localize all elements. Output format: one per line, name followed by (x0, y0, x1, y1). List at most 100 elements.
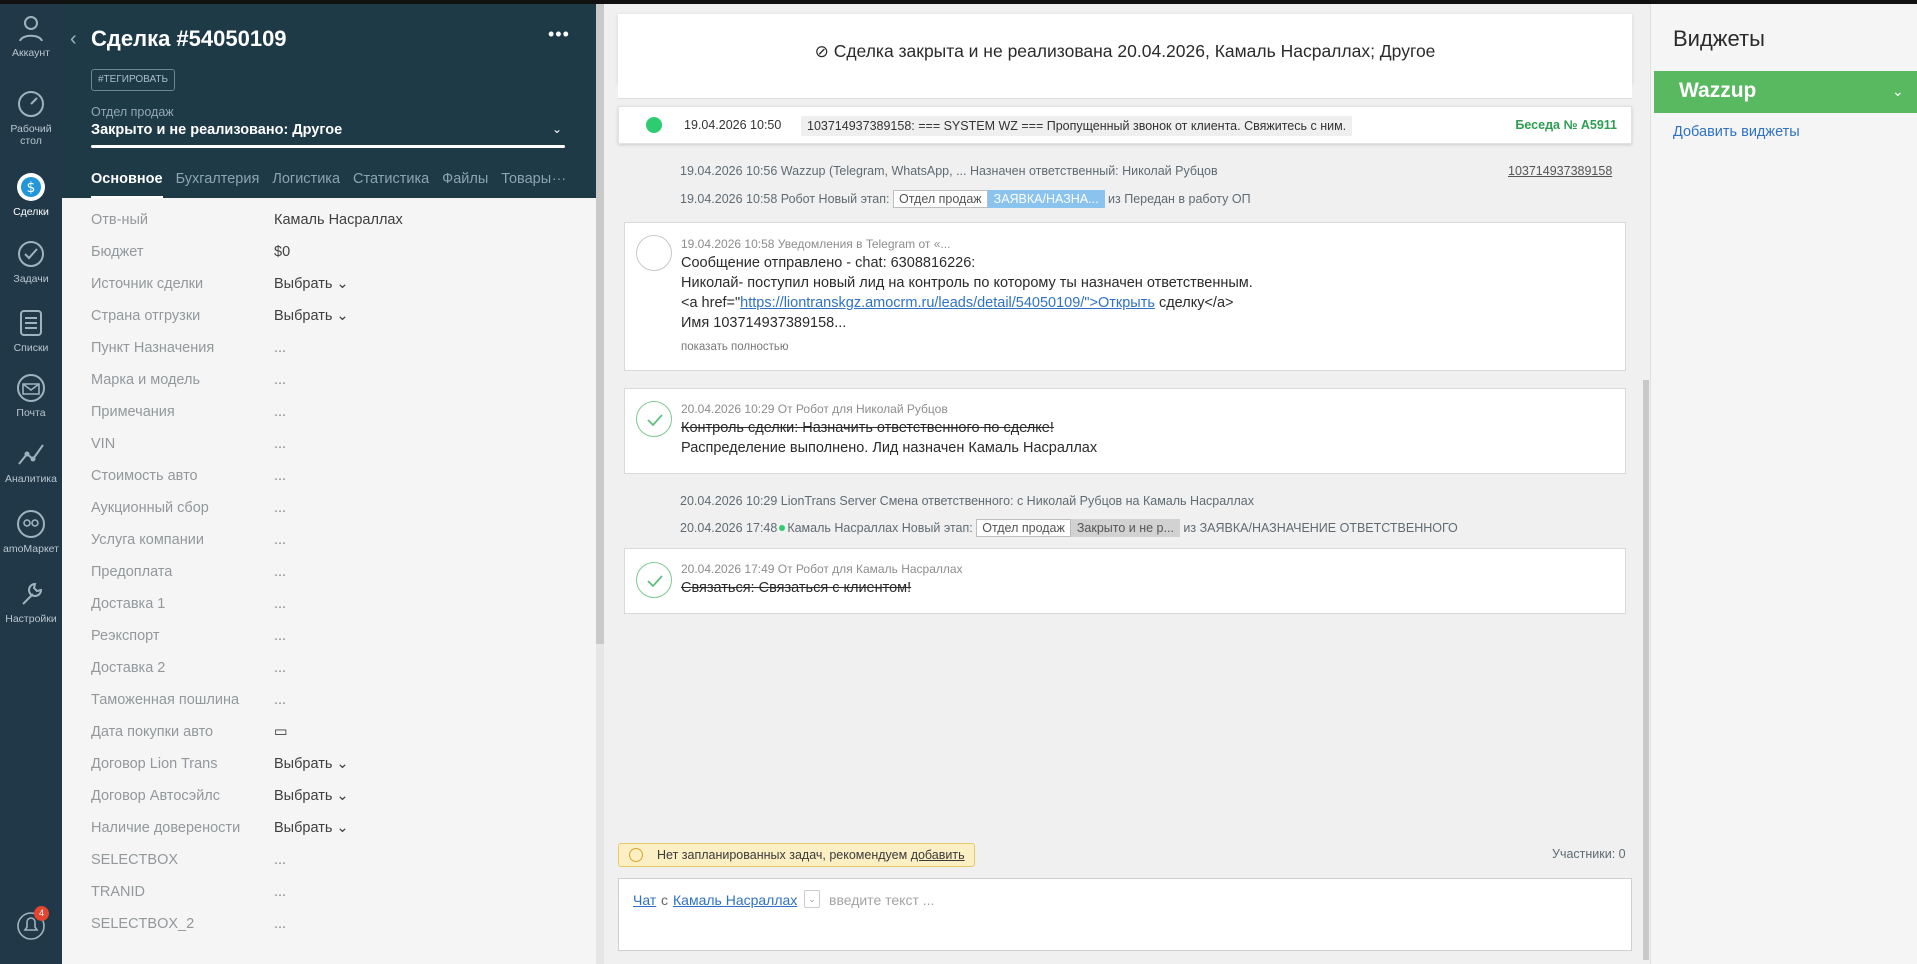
field-value[interactable]: ... (274, 884, 286, 900)
field-value[interactable]: $0 (274, 244, 290, 260)
field-value[interactable]: ... (274, 660, 286, 676)
field-name: Пункт Назначения (91, 340, 215, 356)
tab-accounting[interactable]: Бухгалтерия (176, 171, 260, 198)
field-row[interactable]: VIN... (62, 436, 596, 468)
nav-analytics[interactable]: Аналитика (0, 438, 62, 485)
field-row[interactable]: Таможенная пошлина... (62, 692, 596, 724)
nav-account[interactable]: Аккаунт (0, 12, 62, 59)
feed-scrollbar[interactable] (1643, 380, 1649, 960)
no-tasks-warning: Нет запланированных задач, рекомендуем д… (618, 843, 975, 867)
field-row[interactable]: SELECTBOX_2... (62, 916, 596, 948)
field-row[interactable]: SELECTBOX... (62, 852, 596, 884)
field-row[interactable]: Отв-ный Камаль Насраллах (62, 212, 596, 244)
field-value[interactable]: Выбрать ⌄ (274, 308, 349, 324)
tab-main[interactable]: Основное (91, 171, 163, 198)
field-value[interactable]: ... (274, 340, 286, 356)
tabs-more-button[interactable]: ··· (552, 170, 566, 186)
chat-input[interactable]: введите текст ... (829, 892, 934, 908)
tab-products[interactable]: Товары (501, 171, 551, 198)
note-text: Камаль Насраллах Новый этап: (787, 521, 973, 535)
field-row[interactable]: TRANID... (62, 884, 596, 916)
field-value[interactable]: ... (274, 372, 286, 388)
field-row[interactable]: Аукционный сбор... (62, 500, 596, 532)
lead-card: ‹ Сделка #54050109 ••• #ТЕГИРОВАТЬ Отдел… (62, 4, 596, 964)
add-task-link[interactable]: добавить (911, 848, 965, 862)
field-value[interactable]: Выбрать ⌄ (274, 820, 349, 836)
check-icon[interactable] (636, 401, 672, 437)
field-value[interactable]: Камаль Насраллах (274, 212, 403, 228)
chevron-down-icon[interactable]: ⌄ (804, 890, 820, 908)
conversation-link[interactable]: Беседа № A5911 (1515, 118, 1617, 132)
field-value[interactable]: ... (274, 692, 286, 708)
whatsapp-message-bar[interactable]: 19.04.2026 10:50 103714937389158: === SY… (618, 106, 1632, 144)
add-widgets-link[interactable]: Добавить виджеты (1673, 124, 1800, 140)
nav-market[interactable]: amoМаркет (0, 508, 62, 555)
field-row[interactable]: Доставка 1... (62, 596, 596, 628)
field-row[interactable]: Наличие доверености Выбрать ⌄ (62, 820, 596, 852)
participants-count[interactable]: Участники: 0 (1552, 847, 1626, 861)
market-icon (17, 510, 45, 538)
field-value[interactable]: ... (274, 852, 286, 868)
status-select[interactable]: Закрыто и не реализовано: Другое (91, 122, 342, 138)
field-value[interactable]: ... (274, 468, 286, 484)
note-assigned: 19.04.2026 10:56 Wazzup (Telegram, Whats… (680, 164, 1218, 178)
field-row[interactable]: Договор Автосэйлс Выбрать ⌄ (62, 788, 596, 820)
check-icon[interactable] (636, 562, 672, 598)
field-row[interactable]: Договор Lion Trans Выбрать ⌄ (62, 756, 596, 788)
back-chevron-icon[interactable]: ‹ (70, 28, 77, 51)
field-row[interactable]: Страна отгрузки Выбрать ⌄ (62, 308, 596, 340)
field-value[interactable]: ... (274, 436, 286, 452)
field-value[interactable]: ... (274, 596, 286, 612)
tab-files[interactable]: Файлы (442, 171, 488, 198)
nav-dashboard[interactable]: Рабочий стол (0, 88, 62, 147)
field-value[interactable]: ... (274, 500, 286, 516)
nav-lists[interactable]: Списки (0, 307, 62, 354)
chat-type-link[interactable]: Чат (633, 892, 656, 908)
field-row[interactable]: Марка и модель... (62, 372, 596, 404)
tag-button[interactable]: #ТЕГИРОВАТЬ (91, 69, 176, 91)
field-value[interactable]: Выбрать ⌄ (274, 276, 349, 292)
chevron-down-icon[interactable]: ⌄ (1892, 83, 1904, 100)
field-value[interactable]: ▭ (274, 724, 288, 740)
stage-pill-pipeline: Отдел продаж (893, 190, 988, 208)
field-value[interactable]: ... (274, 532, 286, 548)
card-scrollbar-thumb[interactable] (596, 4, 604, 644)
nav-mail[interactable]: Почта (0, 372, 62, 419)
tab-logistics[interactable]: Логистика (272, 171, 340, 198)
field-value[interactable]: Выбрать ⌄ (274, 756, 349, 772)
field-value[interactable]: ... (274, 916, 286, 932)
field-value[interactable]: ... (274, 628, 286, 644)
field-name: SELECTBOX_2 (91, 916, 195, 932)
field-value[interactable]: ... (274, 564, 286, 580)
field-value[interactable]: ... (274, 404, 286, 420)
nav-deals[interactable]: $ Сделки (0, 171, 62, 218)
field-name: Отв-ный (91, 212, 148, 228)
lead-link[interactable]: https://liontranskgz.amocrm.ru/leads/det… (740, 295, 1155, 311)
chat-recipient-link[interactable]: Камаль Насраллах (673, 892, 797, 908)
document-icon (636, 235, 672, 271)
chat-composer[interactable]: Чат с Камаль Насраллах : ⌄ введите текст… (618, 878, 1632, 951)
note-contact-link[interactable]: 103714937389158 (1508, 164, 1612, 178)
show-more-link[interactable]: показать полностью (681, 341, 789, 353)
nav-notifications[interactable]: 4 (0, 906, 62, 945)
nav-settings[interactable]: Настройки (0, 578, 62, 625)
field-row[interactable]: Дата покупки авто ▭ (62, 724, 596, 756)
wazzup-widget[interactable]: Wazzup ⌄ (1654, 71, 1917, 113)
nav-tasks[interactable]: Задачи (0, 238, 62, 285)
field-row[interactable]: Пункт Назначения... (62, 340, 596, 372)
field-row[interactable]: Примечания... (62, 404, 596, 436)
field-row[interactable]: Предоплата... (62, 564, 596, 596)
field-row[interactable]: Источник сделки Выбрать ⌄ (62, 276, 596, 308)
card-meta: 20.04.2026 10:29 От Робот для Николай Ру… (681, 402, 948, 416)
field-row[interactable]: Услуга компании... (62, 532, 596, 564)
lead-menu-button[interactable]: ••• (548, 24, 570, 45)
field-value[interactable]: Выбрать ⌄ (274, 788, 349, 804)
field-row[interactable]: Бюджет $0 (62, 244, 596, 276)
field-row[interactable]: Стоимость авто... (62, 468, 596, 500)
chevron-down-icon[interactable]: ⌄ (552, 122, 562, 136)
field-row[interactable]: Реэкспорт... (62, 628, 596, 660)
field-row[interactable]: Доставка 2... (62, 660, 596, 692)
note-text: 19.04.2026 10:58 Робот Новый этап: (680, 192, 890, 206)
nav-label: Аккаунт (11, 47, 50, 59)
tab-statistics[interactable]: Статистика (353, 171, 429, 198)
